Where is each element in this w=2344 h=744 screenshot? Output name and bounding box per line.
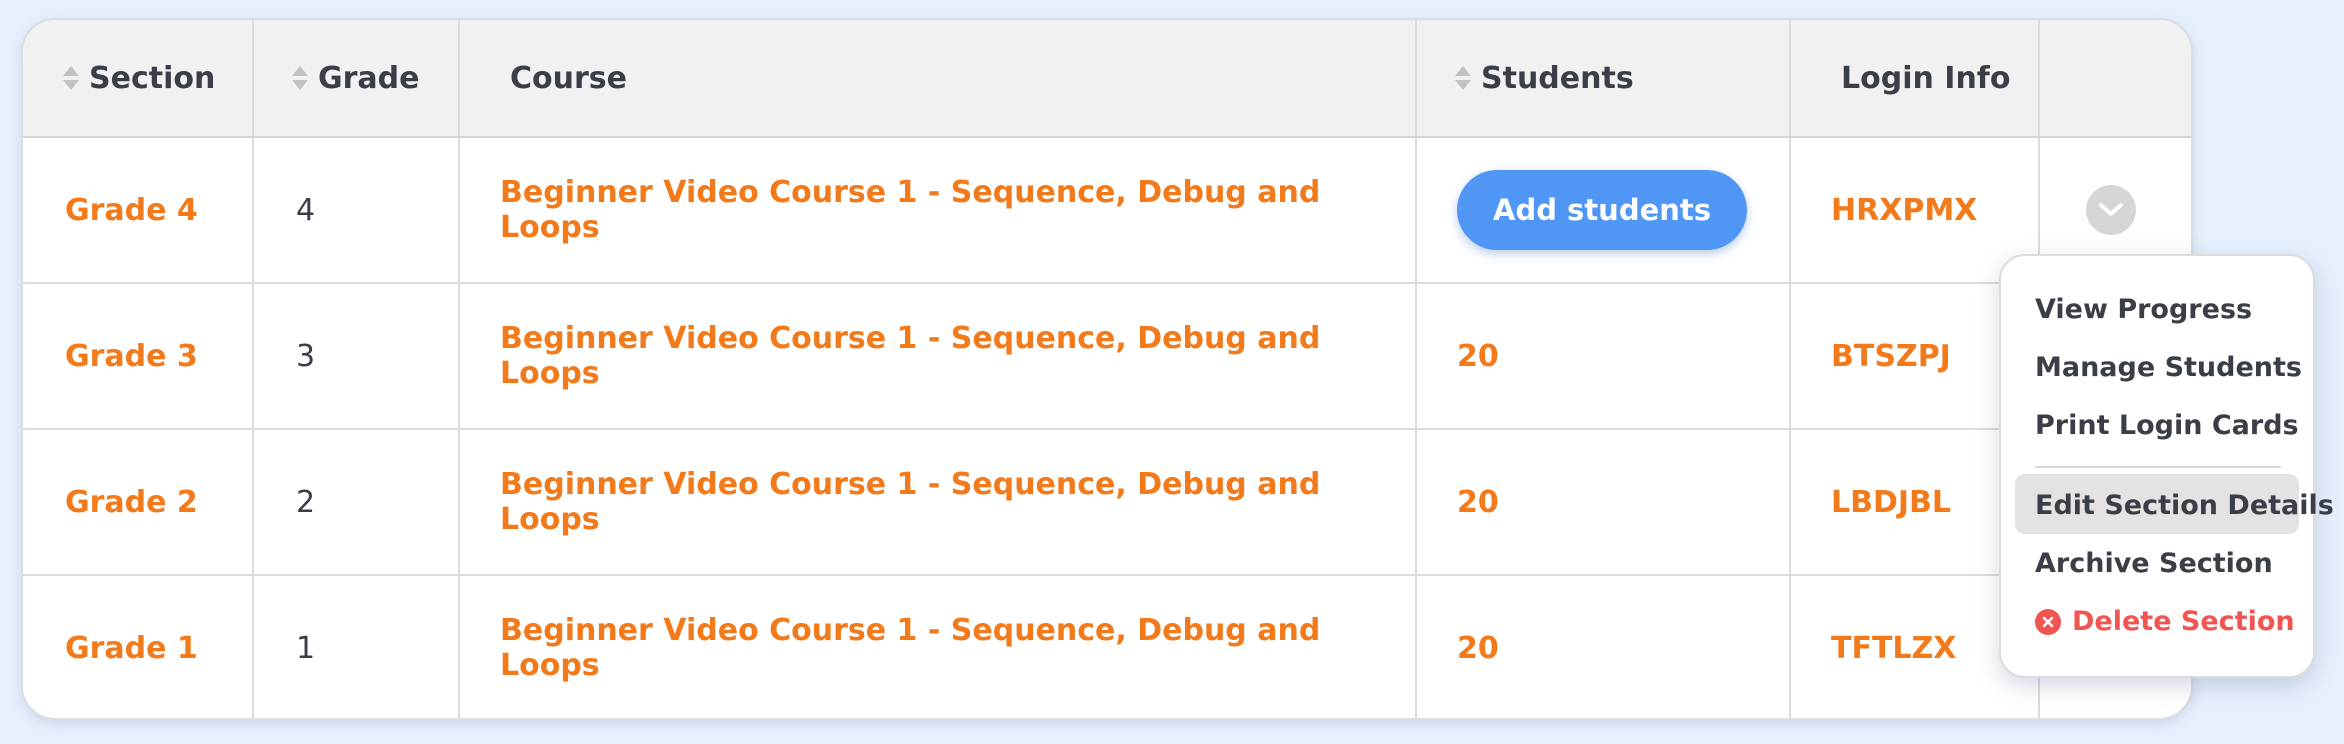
delete-section-label: Delete Section bbox=[2072, 606, 2295, 637]
sort-icon[interactable] bbox=[63, 66, 79, 90]
menu-divider bbox=[2035, 466, 2281, 468]
course-link[interactable]: Beginner Video Course 1 - Sequence, Debu… bbox=[500, 321, 1320, 391]
students-count-link[interactable]: 20 bbox=[1457, 339, 1499, 374]
header-students-label: Students bbox=[1481, 60, 1634, 96]
grade-value: 4 bbox=[296, 192, 316, 228]
header-section-label: Section bbox=[89, 60, 216, 96]
header-students[interactable]: Students bbox=[1416, 20, 1791, 138]
menu-item-delete-section[interactable]: Delete Section bbox=[2035, 606, 2295, 637]
grade-value: 3 bbox=[296, 338, 316, 374]
table-row: Grade 2 2 Beginner Video Course 1 - Sequ… bbox=[23, 429, 2191, 576]
course-link[interactable]: Beginner Video Course 1 - Sequence, Debu… bbox=[500, 613, 1320, 683]
table-row: Grade 3 3 Beginner Video Course 1 - Sequ… bbox=[23, 283, 2191, 430]
menu-item-view-progress[interactable]: View Progress bbox=[2035, 294, 2252, 325]
course-link[interactable]: Beginner Video Course 1 - Sequence, Debu… bbox=[500, 175, 1320, 245]
table-row: Grade 1 1 Beginner Video Course 1 - Sequ… bbox=[23, 575, 2191, 718]
section-link[interactable]: Grade 2 bbox=[65, 485, 198, 520]
x-circle-icon bbox=[2035, 608, 2061, 635]
section-link[interactable]: Grade 1 bbox=[65, 631, 198, 666]
row-actions-menu: View Progress Manage Students Print Logi… bbox=[1999, 254, 2334, 678]
menu-item-print-login-cards[interactable]: Print Login Cards bbox=[2035, 410, 2299, 441]
header-course-label: Course bbox=[510, 60, 627, 96]
login-code[interactable]: LBDJBL bbox=[1831, 485, 1951, 520]
header-grade[interactable]: Grade bbox=[253, 20, 460, 138]
students-count-link[interactable]: 20 bbox=[1457, 485, 1499, 520]
menu-item-archive-section[interactable]: Archive Section bbox=[2035, 548, 2273, 579]
section-link[interactable]: Grade 3 bbox=[65, 339, 198, 374]
menu-item-manage-students[interactable]: Manage Students bbox=[2035, 352, 2302, 383]
chevron-down-icon bbox=[2099, 203, 2123, 216]
login-code[interactable]: HRXPMX bbox=[1831, 193, 1977, 228]
section-link[interactable]: Grade 4 bbox=[65, 193, 198, 228]
menu-item-edit-section-details[interactable]: Edit Section Details bbox=[2035, 490, 2334, 521]
sort-icon[interactable] bbox=[292, 66, 308, 90]
sections-table: Section Grade Course Students Login Info… bbox=[23, 20, 2191, 718]
header-section[interactable]: Section bbox=[23, 20, 254, 138]
header-login-info: Login Info bbox=[1790, 20, 2040, 138]
sort-icon[interactable] bbox=[1455, 66, 1471, 90]
header-grade-label: Grade bbox=[318, 60, 420, 96]
row-actions-button[interactable] bbox=[2086, 185, 2136, 235]
grade-value: 2 bbox=[296, 484, 316, 520]
course-link[interactable]: Beginner Video Course 1 - Sequence, Debu… bbox=[500, 467, 1320, 537]
table-row: Grade 4 4 Beginner Video Course 1 - Sequ… bbox=[23, 137, 2191, 284]
grade-value: 1 bbox=[296, 630, 316, 666]
login-code[interactable]: TFTLZX bbox=[1831, 631, 1956, 666]
table-header-row: Section Grade Course Students Login Info bbox=[23, 20, 2191, 138]
header-actions bbox=[2039, 20, 2191, 138]
add-students-button[interactable]: Add students bbox=[1457, 170, 1748, 250]
header-course: Course bbox=[459, 20, 1417, 138]
sections-table-card: Section Grade Course Students Login Info… bbox=[21, 18, 2193, 720]
students-count-link[interactable]: 20 bbox=[1457, 631, 1499, 666]
header-login-info-label: Login Info bbox=[1841, 60, 2011, 96]
login-code[interactable]: BTSZPJ bbox=[1831, 339, 1951, 374]
